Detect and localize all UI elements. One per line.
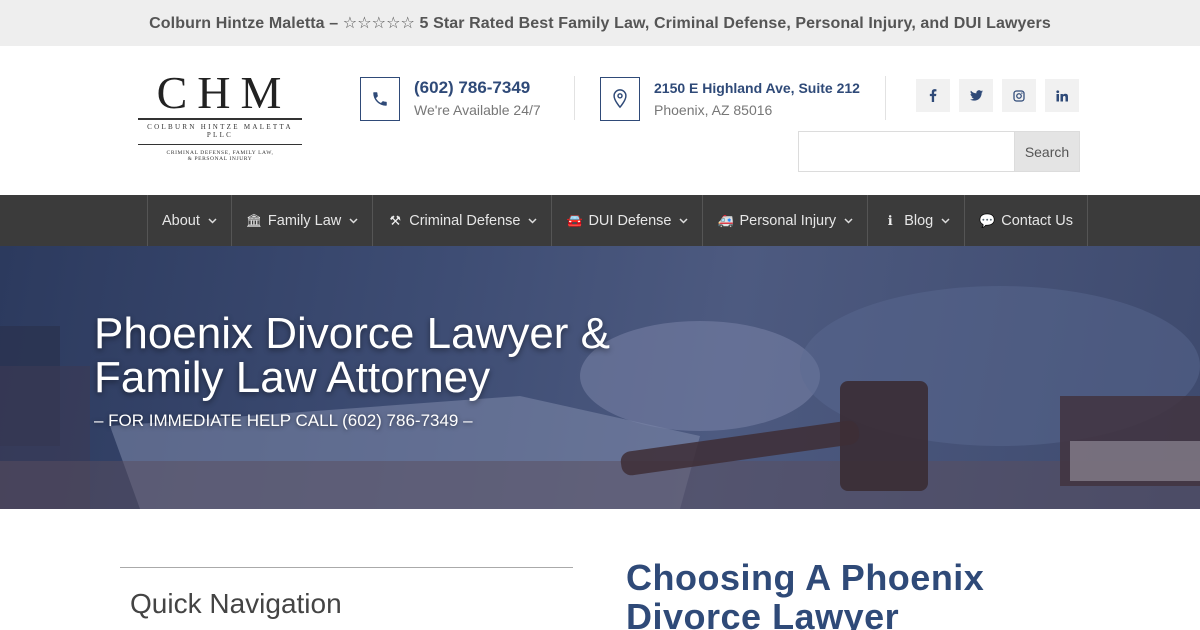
nav-item-label: DUI Defense [588,212,672,229]
phone-icon [360,77,400,121]
main-navigation: About 🏛 Family Law ⚒ Criminal Defense 🚘 DUI De… [0,195,1200,246]
nav-item-contact-us[interactable]: 💬 Contact Us [965,195,1088,246]
address-contact[interactable]: 2150 E Highland Ave, Suite 212 Phoenix, … [600,76,860,122]
nav-item-label: Personal Injury [739,212,837,229]
phone-number[interactable]: (602) 786-7349 [414,77,541,99]
nav-item-label: Family Law [267,212,342,229]
social-links [916,79,1079,112]
header-divider [885,76,886,120]
nav-item-family-law[interactable]: 🏛 Family Law [232,195,374,246]
article-title-line-1: Choosing A Phoenix [626,557,985,598]
article-title: Choosing A Phoenix Divorce Lawyer [626,558,984,630]
hero-subtitle: – FOR IMMEDIATE HELP CALL (602) 786-7349… [94,411,473,430]
hero-title: Phoenix Divorce Lawyer & Family Law Atto… [94,312,610,400]
chevron-down-icon [941,216,950,226]
nav-menu: About 🏛 Family Law ⚒ Criminal Defense 🚘 DUI De… [147,195,1088,246]
ambulance-icon: 🚑 [717,212,734,228]
nav-item-label: Blog [904,212,934,229]
search-input[interactable] [798,131,1014,172]
quick-nav-title: Quick Navigation [130,588,342,619]
logo-mark: CHM [156,67,292,118]
chevron-down-icon [844,216,853,226]
linkedin-icon[interactable] [1045,79,1079,112]
logo-rule [138,118,302,120]
nav-item-label: Criminal Defense [409,212,521,229]
chevron-down-icon [528,216,537,226]
site-logo[interactable]: CHM COLBURN HINTZE MALETTA PLLC CRIMINAL… [138,70,302,170]
article-title-line-2: Divorce Lawyer [626,596,900,630]
address-line-1: 2150 E Highland Ave, Suite 212 [654,80,860,96]
chevron-down-icon [208,216,217,226]
chevron-down-icon [349,216,358,226]
courthouse-icon: 🏛 [245,212,263,228]
map-pin-icon [600,77,640,121]
top-announcement-bar: Colburn Hintze Maletta – ☆☆☆☆☆ 5 Star Ra… [0,0,1200,46]
quick-nav-divider [120,567,573,568]
logo-firm-name: COLBURN HINTZE MALETTA PLLC [138,123,302,145]
chat-icon: 💬 [979,212,996,228]
announcement-text: Colburn Hintze Maletta – ☆☆☆☆☆ 5 Star Ra… [149,15,1051,32]
logo-tagline-2: & PERSONAL INJURY [187,156,253,162]
nav-item-dui-defense[interactable]: 🚘 DUI Defense [552,195,704,246]
header-divider [574,76,575,120]
info-icon: ℹ [887,212,893,228]
nav-item-personal-injury[interactable]: 🚑 Personal Injury [703,195,869,246]
nav-item-label: About [162,212,200,229]
instagram-icon[interactable] [1002,79,1036,112]
twitter-icon[interactable] [959,79,993,112]
nav-item-label: Contact Us [1001,212,1073,229]
availability-text: We're Available 24/7 [414,102,541,118]
search-button[interactable]: Search [1014,131,1080,172]
nav-item-blog[interactable]: ℹ Blog [868,195,966,246]
site-header: CHM COLBURN HINTZE MALETTA PLLC CRIMINAL… [0,46,1200,195]
hero-banner: Phoenix Divorce Lawyer & Family Law Atto… [0,246,1200,509]
phone-contact[interactable]: (602) 786-7349 We're Available 24/7 [360,76,541,122]
search-form: Search [798,131,1080,172]
address-line-2: Phoenix, AZ 85016 [654,102,773,118]
car-icon: 🚘 [566,212,583,228]
hero-title-line-1: Phoenix Divorce Lawyer & [94,309,611,358]
chevron-down-icon [679,216,688,226]
hero-title-line-2: Family Law Attorney [94,353,491,402]
gavel-icon: ⚒ [389,212,402,228]
nav-item-about[interactable]: About [148,195,232,246]
nav-item-criminal-defense[interactable]: ⚒ Criminal Defense [373,195,553,246]
facebook-icon[interactable] [916,79,950,112]
